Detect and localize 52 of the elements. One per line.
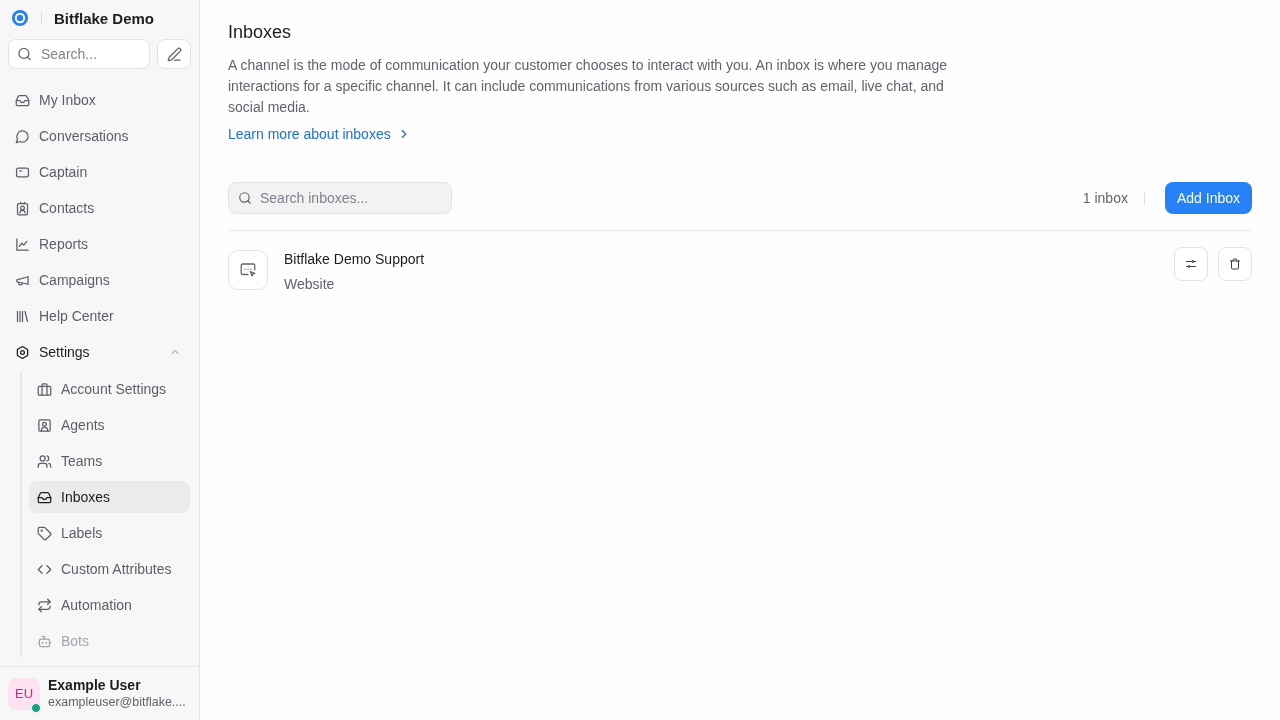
nav-item[interactable]: Reports bbox=[8, 228, 191, 260]
nav-item[interactable]: My Inbox bbox=[8, 84, 191, 116]
settings-icon bbox=[15, 344, 30, 360]
compose-button[interactable] bbox=[157, 39, 191, 69]
inbox-tray-icon bbox=[37, 489, 52, 505]
nav-item[interactable]: Captain bbox=[8, 156, 191, 188]
website-channel-icon bbox=[228, 250, 268, 290]
user-email: exampleuser@bitflake.... bbox=[48, 694, 186, 710]
card-icon bbox=[15, 164, 30, 180]
sliders-icon bbox=[1185, 258, 1197, 270]
search-field[interactable]: Search... bbox=[8, 39, 150, 69]
delete-button[interactable] bbox=[1218, 247, 1252, 281]
inbox-count: 1 inbox bbox=[1082, 190, 1128, 206]
settings-nav-item[interactable]: Agents bbox=[29, 409, 190, 441]
inbox-channel: Website bbox=[284, 275, 335, 293]
briefcase-icon bbox=[37, 381, 52, 397]
robot-icon bbox=[37, 633, 52, 649]
search-icon bbox=[238, 191, 252, 205]
person-square-icon bbox=[37, 417, 52, 433]
nav-item[interactable]: Conversations bbox=[8, 120, 191, 152]
page-description: A channel is the mode of communication your customer chooses to interact with you. An inbox is where you manage interactions for a specific channel. It can include communications from various sources such as email, live chat, and social media. bbox=[228, 56, 949, 117]
line-chart-icon bbox=[15, 236, 30, 252]
books-icon bbox=[15, 308, 30, 324]
settings-nav-item[interactable]: Teams bbox=[29, 445, 190, 477]
nav-item[interactable]: Contacts bbox=[8, 192, 191, 224]
search-icon bbox=[17, 46, 32, 62]
settings-nav-item[interactable]: Custom Attributes bbox=[29, 553, 190, 585]
nav-item[interactable]: Settings bbox=[8, 336, 191, 368]
page-title: Inboxes bbox=[228, 21, 293, 44]
settings-nav-item[interactable]: Labels bbox=[29, 517, 190, 549]
user-name: Example User bbox=[48, 677, 142, 694]
chat-bubble-icon bbox=[15, 128, 30, 144]
tag-icon bbox=[37, 525, 52, 541]
settings-nav-item[interactable]: Automation bbox=[29, 589, 190, 621]
learn-more-link[interactable]: Learn more about inboxes bbox=[228, 126, 411, 142]
trash-icon bbox=[1229, 258, 1241, 270]
user-avatar[interactable]: EU bbox=[8, 677, 40, 710]
nav-item[interactable]: Help Center bbox=[8, 300, 191, 332]
contact-card-icon bbox=[15, 200, 30, 216]
inbox-tray-icon bbox=[15, 92, 30, 108]
nav-item[interactable]: Campaigns bbox=[8, 264, 191, 296]
settings-nav-item[interactable]: Inboxes bbox=[29, 481, 190, 513]
account-name: Bitflake Demo bbox=[54, 9, 155, 27]
settings-nav-item[interactable]: Account Settings bbox=[29, 373, 190, 405]
search-inboxes-field[interactable]: Search inboxes... bbox=[228, 182, 452, 214]
pencil-icon bbox=[166, 46, 182, 62]
users-icon bbox=[37, 453, 52, 469]
logo-icon bbox=[12, 10, 28, 26]
inbox-name: Bitflake Demo Support bbox=[284, 250, 425, 268]
add-inbox-button[interactable]: Add Inbox bbox=[1164, 182, 1252, 214]
arrows-swap-icon bbox=[37, 597, 52, 613]
settings-button[interactable] bbox=[1174, 247, 1208, 281]
